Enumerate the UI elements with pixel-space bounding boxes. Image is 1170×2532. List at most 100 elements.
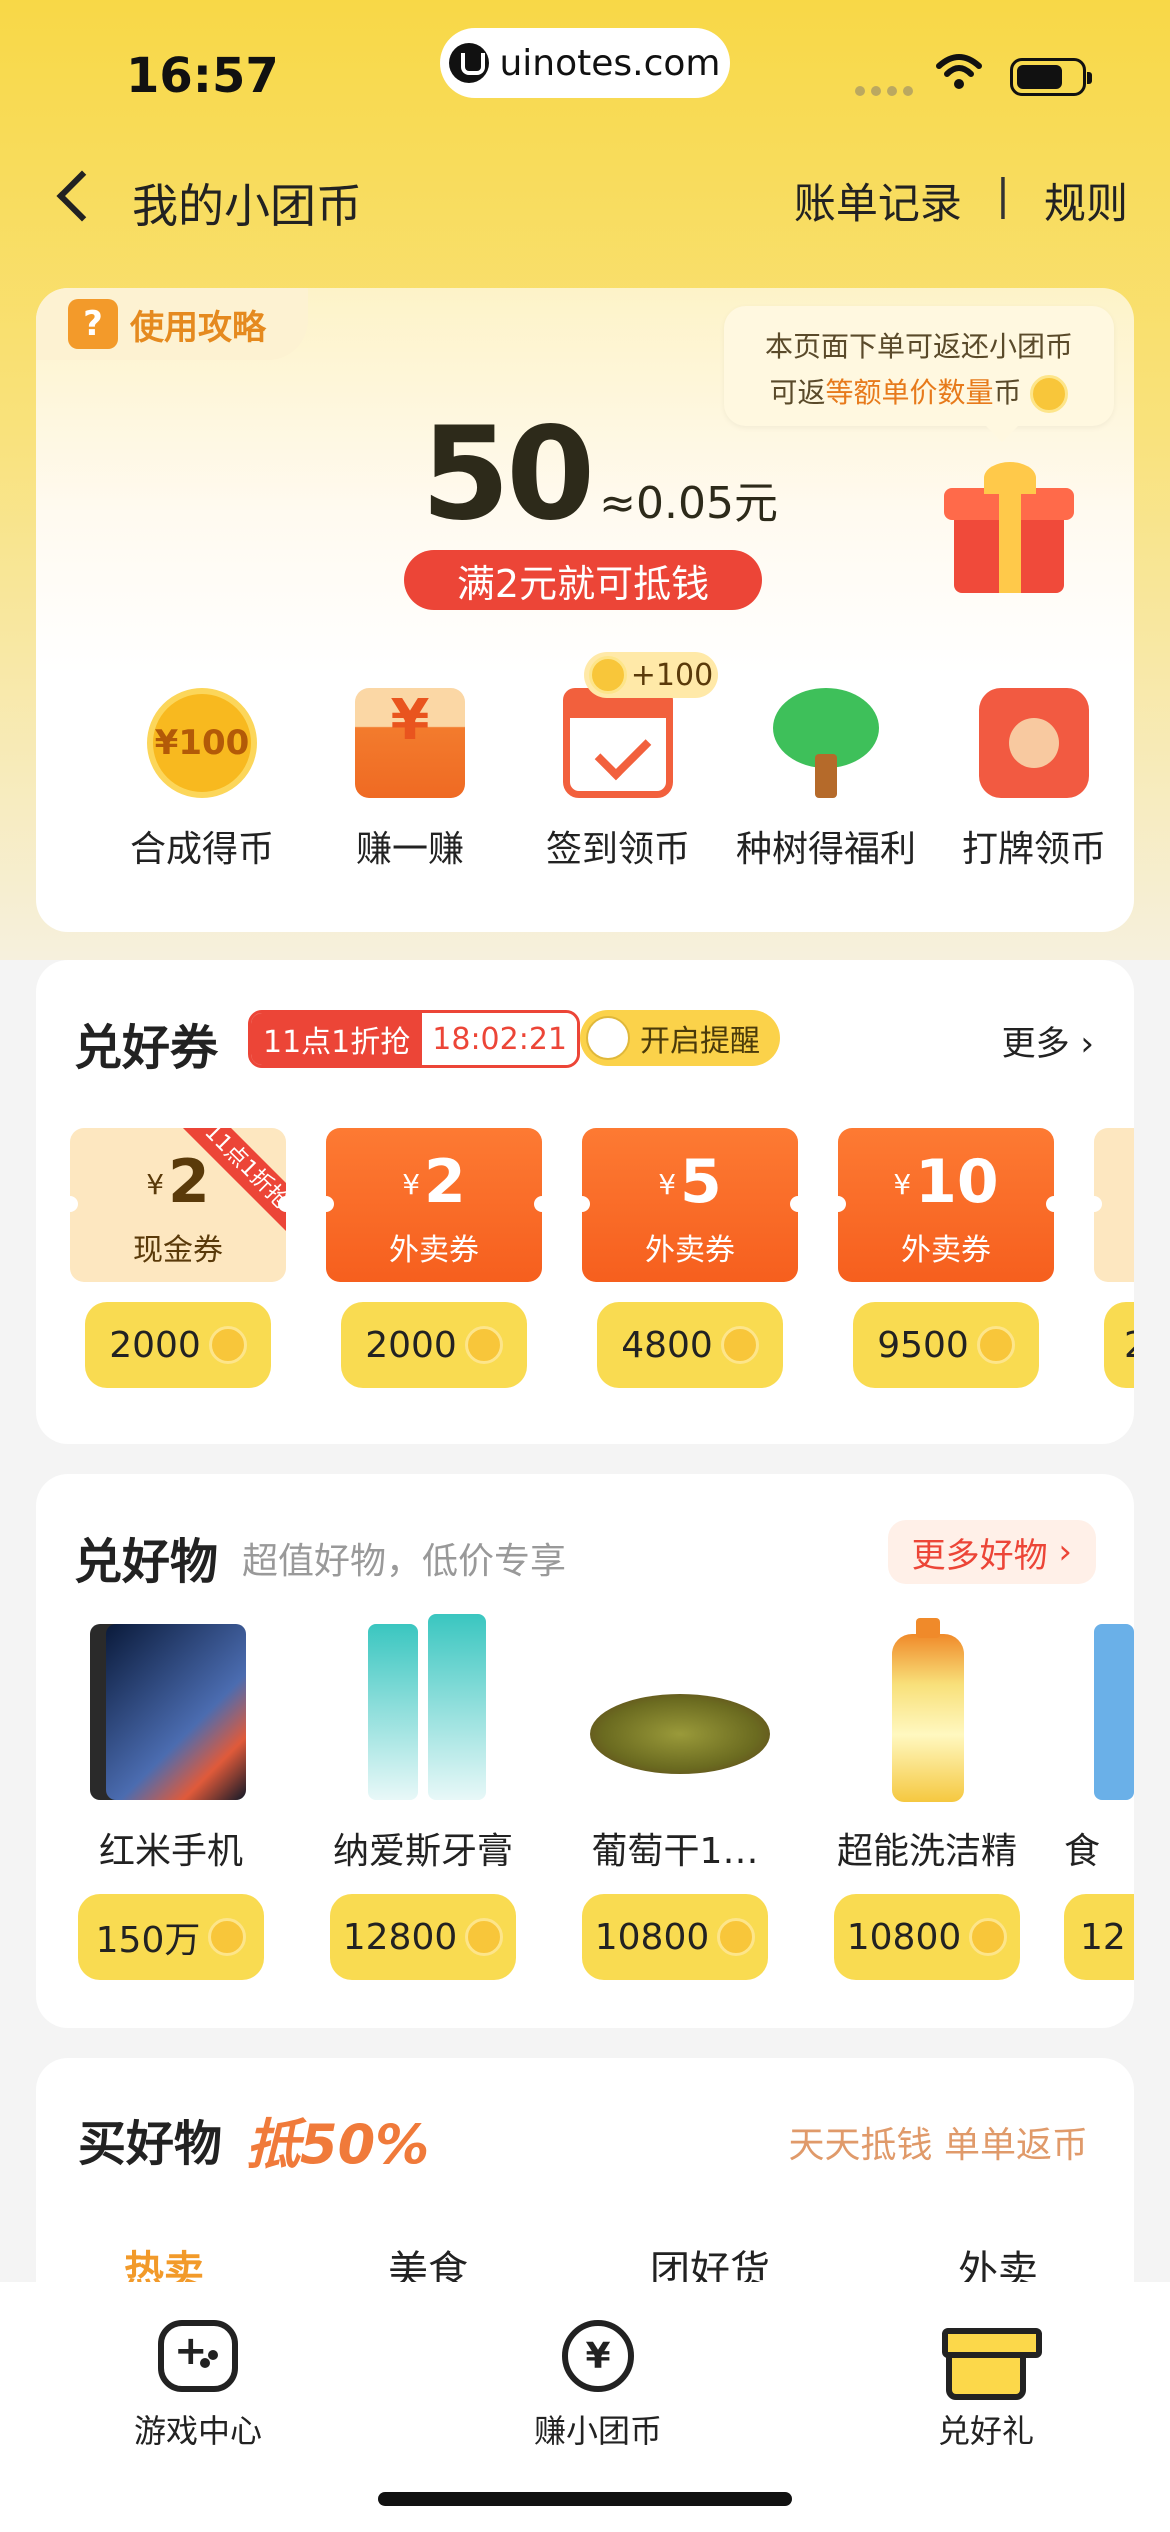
- shortcut-earn[interactable]: ¥ 赚一赚: [310, 688, 510, 872]
- calendar-check-icon: [563, 688, 673, 798]
- price-value: 9500: [877, 1324, 969, 1366]
- shortcut-label: 打牌领币: [961, 829, 1106, 870]
- raisins-image: [580, 1614, 770, 1804]
- back-chevron-icon[interactable]: [56, 170, 108, 222]
- phone-image: [76, 1614, 266, 1804]
- price-value: 4800: [621, 1324, 713, 1366]
- shop-discount-highlight: 抵50%: [246, 2113, 430, 2176]
- goods-item-partial[interactable]: 食 12: [1064, 1614, 1134, 1980]
- coupon-amount: 2: [424, 1147, 466, 1217]
- coupon-ticket: ¥5 外卖券: [582, 1128, 798, 1282]
- status-bar: 16:57 uinotes.com: [0, 0, 1170, 150]
- coupon-item-partial[interactable]: 2: [1094, 1128, 1134, 1388]
- yen-coin-icon: ¥: [562, 2320, 634, 2392]
- coupon-price[interactable]: 2000: [341, 1302, 527, 1388]
- chevron-right-icon: ›: [1058, 1532, 1072, 1572]
- coupon-amount: 5: [680, 1147, 722, 1217]
- coupon-item[interactable]: ¥2 外卖券 2000: [326, 1128, 542, 1388]
- coupon-ticket: ¥2 外卖券: [326, 1128, 542, 1282]
- goods-item[interactable]: 红米手机 150万: [56, 1614, 286, 1980]
- goods-price[interactable]: 12: [1064, 1894, 1134, 1980]
- coupon-price[interactable]: 2000: [85, 1302, 271, 1388]
- rules-link[interactable]: 规则: [1044, 170, 1128, 231]
- shortcut-merge-coins[interactable]: ¥100 合成得币: [102, 688, 302, 872]
- coupon-item[interactable]: ¥5 外卖券 4800: [582, 1128, 798, 1388]
- url-text: uinotes.com: [499, 42, 721, 84]
- coupon-price[interactable]: 2: [1104, 1302, 1134, 1388]
- price-value: 2000: [109, 1324, 201, 1366]
- gamepad-icon: [158, 2320, 238, 2392]
- currency-symbol: ¥: [146, 1168, 165, 1202]
- coupon-amount: 2: [168, 1147, 210, 1217]
- coupon-ticket: [1094, 1128, 1134, 1282]
- guide-label: 使用攻略: [130, 307, 266, 348]
- tab-label: 赚小团币: [533, 2412, 662, 2450]
- wifi-icon: [936, 54, 982, 89]
- card-game-icon: [979, 688, 1089, 798]
- goods-price[interactable]: 10800: [582, 1894, 768, 1980]
- usage-guide-button[interactable]: ? 使用攻略: [36, 288, 308, 360]
- countdown-text: 18:02:21: [422, 1013, 578, 1065]
- currency-symbol: ¥: [893, 1168, 912, 1202]
- price-value: 2: [1124, 1325, 1134, 1366]
- goods-price[interactable]: 150万: [78, 1894, 264, 1980]
- coin-balance: 50 ≈0.05元: [421, 400, 778, 549]
- balance-card: ? 使用攻略 本页面下单可返还小团币 可返等额单价数量币 50 ≈0.05元 满…: [36, 288, 1134, 932]
- price-value: 10800: [594, 1916, 710, 1958]
- home-indicator: [378, 2492, 792, 2506]
- coin-icon: [465, 1918, 504, 1956]
- coin-icon: [208, 1918, 247, 1956]
- coupon-item[interactable]: ¥10 外卖券 9500: [838, 1128, 1054, 1388]
- tab-redeem-gifts[interactable]: 兑好礼: [876, 2320, 1096, 2452]
- redeem-hint-pill: 满2元就可抵钱: [404, 550, 762, 610]
- toggle-knob: [586, 1016, 630, 1060]
- goods-name: 超能洗洁精: [836, 1831, 1017, 1872]
- goods-item[interactable]: 葡萄干1… 10800: [560, 1614, 790, 1980]
- coin-icon: [208, 1326, 247, 1364]
- more-label: 更多: [1001, 1024, 1070, 1064]
- coupon-price[interactable]: 4800: [597, 1302, 783, 1388]
- remind-toggle[interactable]: 开启提醒: [580, 1010, 780, 1066]
- tab-earn-coins[interactable]: ¥ 赚小团币: [488, 2320, 708, 2452]
- coupon-type: 外卖券: [389, 1233, 479, 1269]
- bill-records-link[interactable]: 账单记录: [794, 170, 962, 231]
- shortcut-checkin[interactable]: 签到领币: [518, 688, 718, 872]
- flash-sale-label: 11点1折抢: [251, 1013, 423, 1065]
- goods-image: [1064, 1614, 1134, 1804]
- url-pill[interactable]: uinotes.com: [440, 28, 730, 98]
- goods-price[interactable]: 12800: [330, 1894, 516, 1980]
- coin-icon: [464, 1326, 503, 1364]
- goods-item[interactable]: 超能洗洁精 10800: [812, 1614, 1042, 1980]
- toothpaste-image: [328, 1614, 518, 1804]
- shortcut-plant-tree[interactable]: 种树得福利: [726, 688, 926, 872]
- coin-icon: [588, 656, 627, 694]
- price-value: 150万: [95, 1920, 201, 1961]
- gift-box-icon: [942, 2328, 1042, 2400]
- more-goods-label: 更多好物: [911, 1535, 1048, 1576]
- tab-game-center[interactable]: 游戏中心: [88, 2320, 308, 2452]
- price-value: 12: [1080, 1916, 1126, 1958]
- currency-symbol: ¥: [402, 1168, 421, 1202]
- tab-label: 游戏中心: [133, 2412, 262, 2450]
- signal-icon: [855, 86, 913, 96]
- coin-icon: [1030, 375, 1069, 413]
- site-logo-icon: [449, 43, 490, 83]
- coupon-section-title: 兑好券: [74, 1020, 219, 1076]
- coin-icon: [969, 1918, 1008, 1956]
- coupon-amount: 10: [915, 1147, 999, 1217]
- gift-box-illustration-icon: [944, 458, 1074, 598]
- goods-name: 红米手机: [98, 1831, 243, 1872]
- coupon-price[interactable]: 9500: [853, 1302, 1039, 1388]
- coupons-more-link[interactable]: 更多 ›: [1002, 1016, 1094, 1065]
- goods-item[interactable]: 纳爱斯牙膏 12800: [308, 1614, 538, 1980]
- shortcut-card-game[interactable]: 打牌领币: [934, 688, 1134, 872]
- price-value: 2000: [365, 1324, 457, 1366]
- coupon-card: 兑好券 11点1折抢 18:02:21 开启提醒 更多 › 11点1折抢 ¥2 …: [36, 960, 1134, 1444]
- more-goods-button[interactable]: 更多好物 ›: [887, 1520, 1096, 1584]
- red-envelope-icon: ¥: [355, 688, 465, 798]
- flash-sale-timer: 11点1折抢 18:02:21: [248, 1010, 581, 1068]
- tip-line1: 本页面下单可返还小团币: [764, 330, 1073, 363]
- coupon-item[interactable]: 11点1折抢 ¥2 现金券 2000: [70, 1128, 286, 1388]
- status-time: 16:57: [126, 48, 279, 104]
- goods-price[interactable]: 10800: [834, 1894, 1020, 1980]
